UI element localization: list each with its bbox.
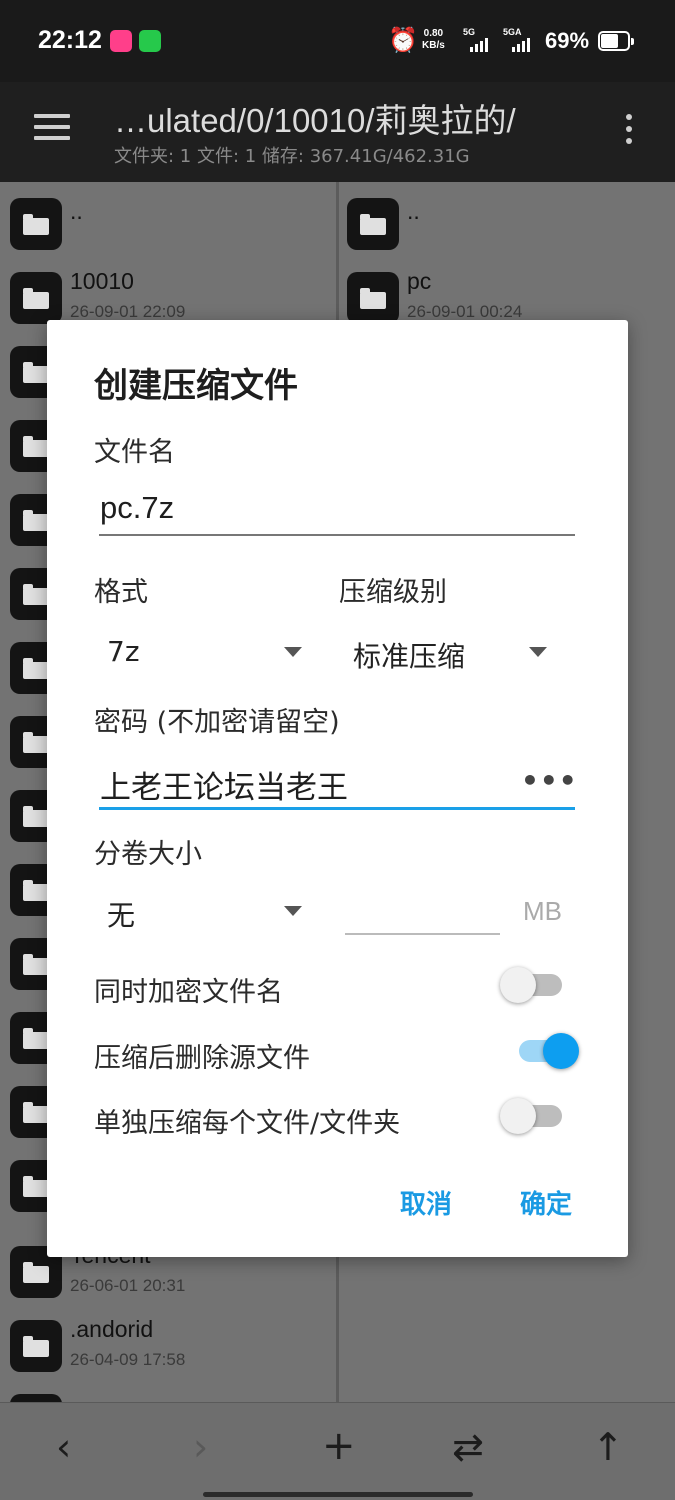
list-item[interactable]: .. xyxy=(339,184,675,258)
folder-icon xyxy=(10,1320,62,1372)
password-input[interactable]: 上老王论坛当老王 xyxy=(100,762,348,807)
dialog-title: 创建压缩文件 xyxy=(94,366,298,406)
folder-summary: 文件夹: 1 文件: 1 储存: 367.41G/462.31G xyxy=(114,146,470,167)
more-options-icon[interactable] xyxy=(624,114,634,150)
split-size-unit: MB xyxy=(523,896,562,926)
encrypt-filenames-toggle[interactable] xyxy=(500,964,564,1004)
add-icon[interactable]: + xyxy=(322,1423,356,1469)
list-item[interactable]: .andorid 26-04-09 17:58 xyxy=(0,1306,336,1380)
compress-separately-label: 单独压缩每个文件/文件夹 xyxy=(94,1108,401,1139)
notification-app-icon xyxy=(139,30,161,52)
delete-source-toggle[interactable] xyxy=(513,1030,579,1070)
file-date: 26-09-01 00:24 xyxy=(407,302,523,321)
compression-level-value: 标准压缩 xyxy=(353,640,466,673)
net-speed-unit: KB/s xyxy=(422,40,445,51)
app-bar: …ulated/0/10010/莉奥拉的/ 文件夹: 1 文件: 1 储存: 3… xyxy=(0,82,675,182)
swap-panes-icon[interactable]: ⇄ xyxy=(452,1425,484,1469)
home-indicator[interactable] xyxy=(203,1492,473,1497)
password-label: 密码 (不加密请留空) xyxy=(94,707,340,738)
file-date: 26-09-01 22:09 xyxy=(70,302,186,321)
alarm-icon: ⏰ xyxy=(388,26,418,54)
chevron-down-icon xyxy=(284,647,302,657)
cancel-button[interactable]: 取消 xyxy=(400,1184,452,1221)
create-archive-dialog: 创建压缩文件 文件名 pc.7z 格式 压缩级别 7z 标准压缩 密码 (不加密… xyxy=(47,320,628,1257)
status-bar: 22:12 ⏰ 0.80 KB/s 5G 5GA 69% xyxy=(0,0,675,82)
chevron-down-icon xyxy=(284,906,302,916)
split-size-input[interactable] xyxy=(345,933,500,935)
filename-label: 文件名 xyxy=(94,437,175,468)
folder-icon xyxy=(10,272,62,324)
ok-button[interactable]: 确定 xyxy=(520,1184,572,1221)
delete-source-label: 压缩后删除源文件 xyxy=(94,1043,310,1074)
password-underline xyxy=(99,807,575,810)
filename-input[interactable]: pc.7z xyxy=(100,490,174,526)
signal-icon xyxy=(470,38,488,52)
list-item[interactable] xyxy=(0,1380,336,1402)
network-type-label: 5GA xyxy=(503,27,522,37)
current-path: …ulated/0/10010/莉奥拉的/ xyxy=(114,102,516,139)
folder-icon xyxy=(10,198,62,250)
forward-arrow-icon[interactable]: › xyxy=(193,1425,208,1469)
battery-icon xyxy=(598,31,634,51)
net-speed: 0.80 KB/s xyxy=(422,28,445,52)
signal-icon xyxy=(512,38,530,52)
file-name: .andorid xyxy=(70,1316,154,1342)
notification-app-icon xyxy=(110,30,132,52)
menu-icon[interactable] xyxy=(34,114,70,144)
file-name: .. xyxy=(407,198,420,224)
filename-underline xyxy=(99,534,575,536)
back-arrow-icon[interactable]: ‹ xyxy=(56,1425,71,1469)
folder-icon xyxy=(347,272,399,324)
file-date: 26-06-01 20:31 xyxy=(70,1276,186,1295)
compression-level-label: 压缩级别 xyxy=(339,577,447,608)
format-label: 格式 xyxy=(94,577,148,608)
status-time: 22:12 xyxy=(38,26,102,54)
format-value: 7z xyxy=(107,635,140,668)
encrypt-filenames-label: 同时加密文件名 xyxy=(94,977,283,1008)
split-size-value: 无 xyxy=(107,899,136,932)
list-item[interactable]: .. xyxy=(0,184,336,258)
folder-icon xyxy=(10,1394,62,1402)
file-name: pc xyxy=(407,268,432,294)
net-speed-value: 0.80 xyxy=(423,28,444,39)
split-size-label: 分卷大小 xyxy=(94,839,202,870)
password-visibility-icon[interactable]: ••• xyxy=(521,764,578,797)
file-date: 26-04-09 17:58 xyxy=(70,1350,186,1369)
folder-icon xyxy=(347,198,399,250)
file-name: 10010 xyxy=(70,268,134,294)
network-type-label: 5G xyxy=(463,27,476,37)
bottom-toolbar: ‹ › + ⇄ ↑ xyxy=(0,1402,675,1500)
chevron-down-icon xyxy=(529,647,547,657)
file-name: .. xyxy=(70,198,83,224)
up-arrow-icon[interactable]: ↑ xyxy=(592,1425,624,1469)
battery-percentage: 69% xyxy=(545,28,590,53)
compress-separately-toggle[interactable] xyxy=(500,1095,564,1135)
